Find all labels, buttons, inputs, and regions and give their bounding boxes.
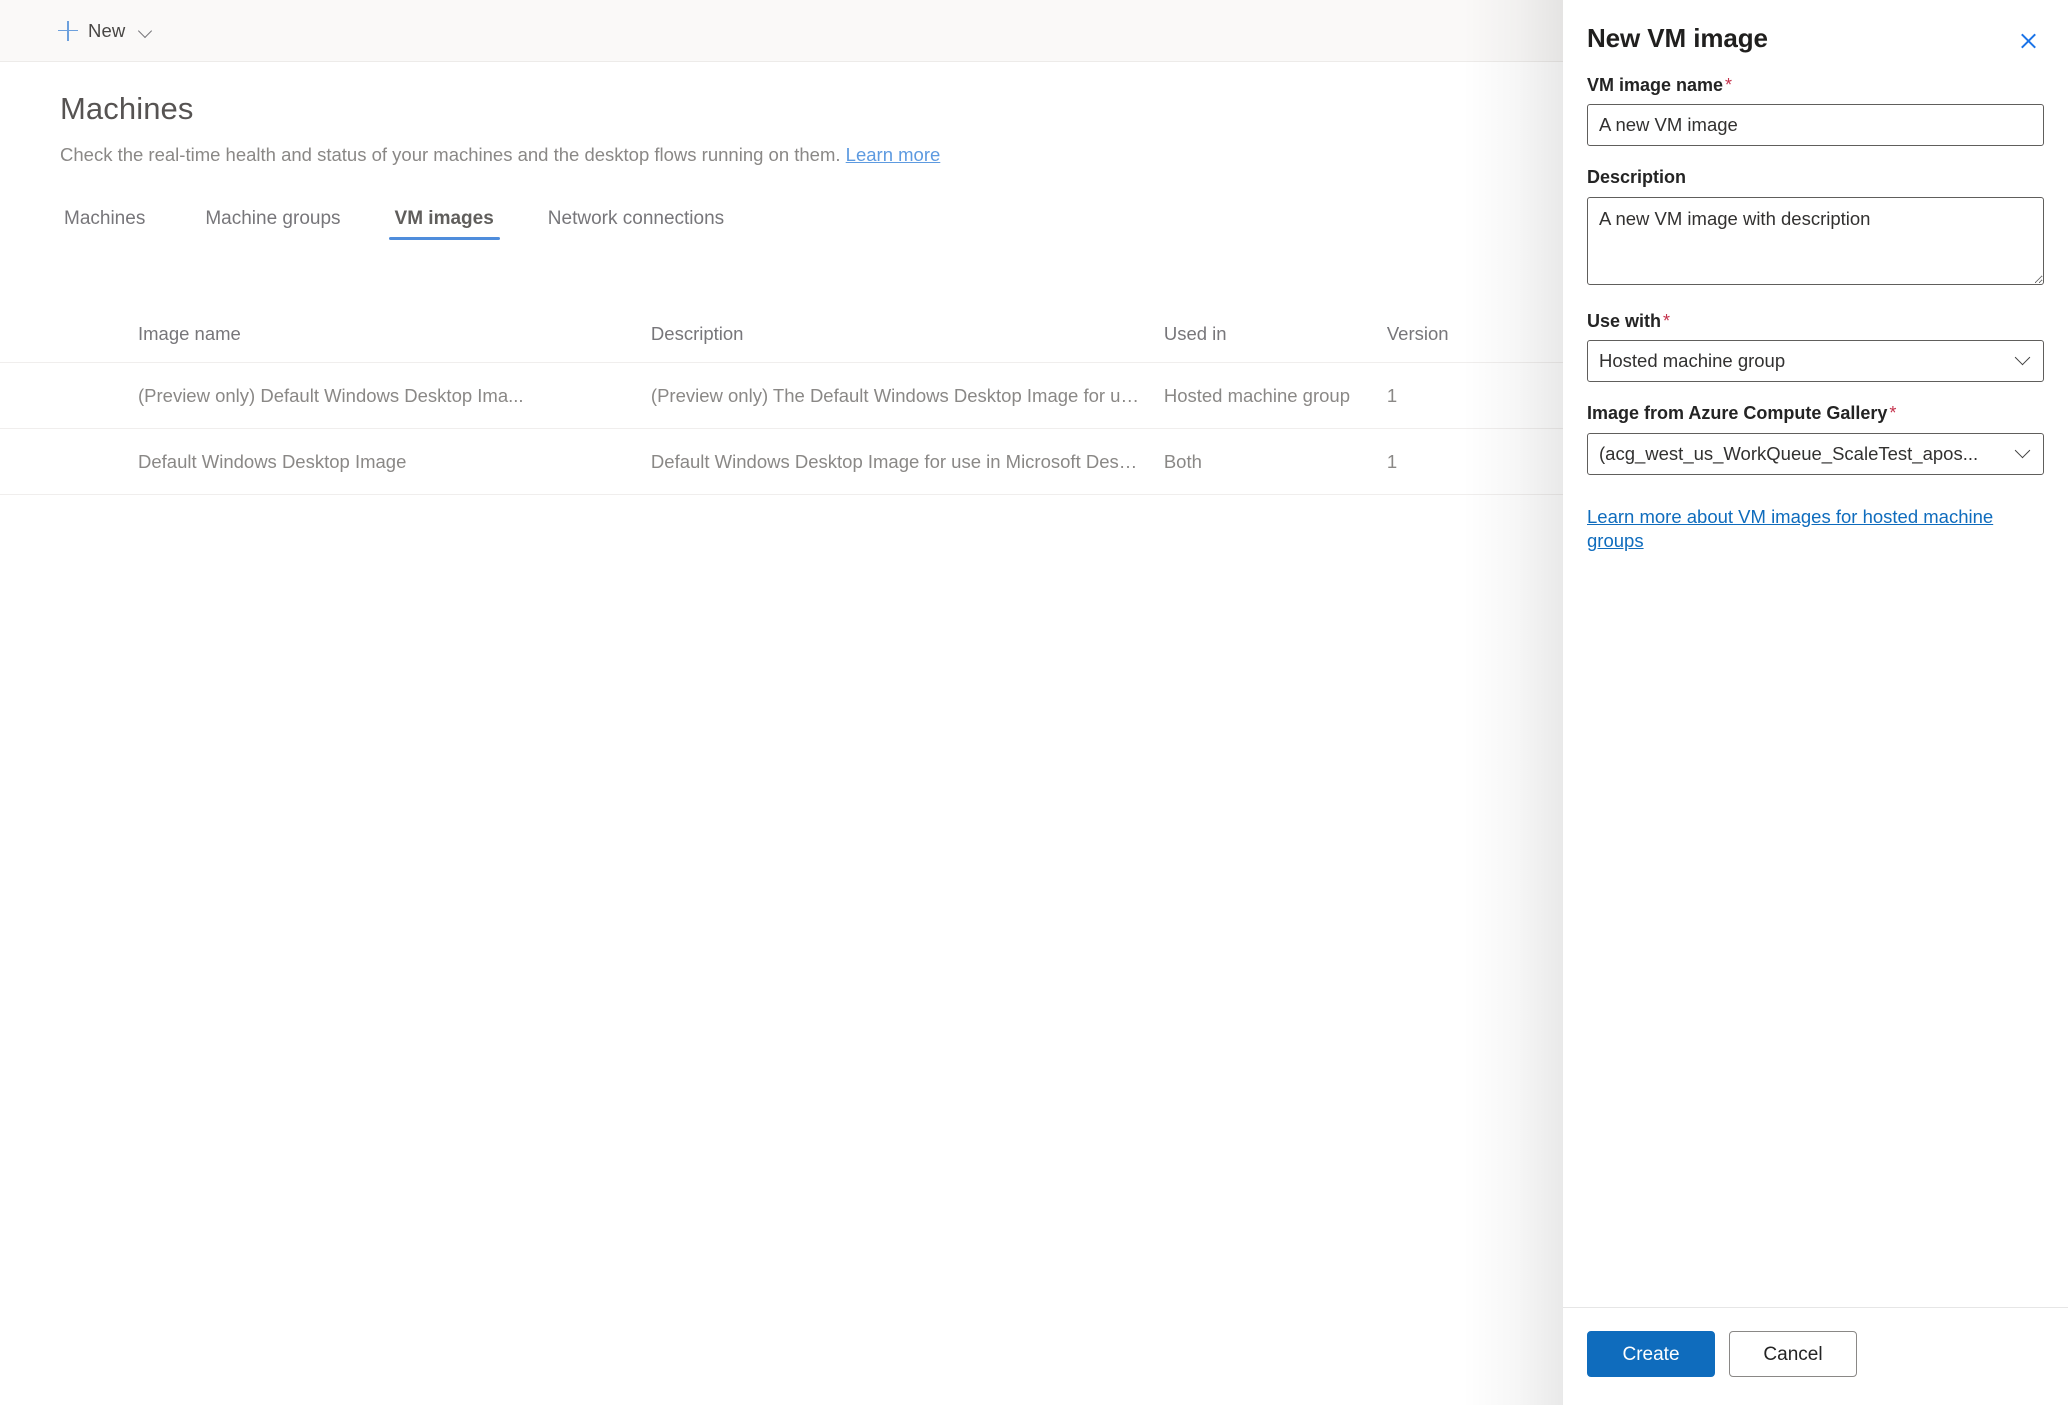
vm-image-name-input[interactable] <box>1587 104 2044 147</box>
cell-used-in: Both <box>1163 450 1202 472</box>
column-header-description[interactable]: Description <box>651 323 1164 345</box>
pivot-tabs: Machines Machine groups VM images Networ… <box>60 188 762 240</box>
cell-description: Default Windows Desktop Image for use in… <box>650 450 1159 472</box>
cell-description: (Preview only) The Default Windows Deskt… <box>650 384 1164 406</box>
field-description: Description A new VM image with descript… <box>1587 166 2044 289</box>
table-row[interactable]: (Preview only) Default Windows Desktop I… <box>0 363 1563 429</box>
new-button-label: New <box>88 19 126 41</box>
column-header-used-in[interactable]: Used in <box>1164 323 1387 345</box>
column-header-version[interactable]: Version <box>1387 323 1563 345</box>
page-title: Machines <box>60 91 194 126</box>
column-header-image-name[interactable]: Image name <box>138 323 651 345</box>
use-with-dropdown[interactable]: Hosted machine group <box>1587 340 2044 383</box>
panel-scrim <box>1463 0 1563 1405</box>
tab-machines[interactable]: Machines <box>60 209 161 240</box>
use-with-value: Hosted machine group <box>1599 350 1786 372</box>
panel-header: New VM image <box>1563 0 2068 60</box>
label-use-with: Use with * <box>1587 310 2044 333</box>
label-text: Description <box>1587 167 1687 188</box>
close-button[interactable] <box>2008 20 2048 60</box>
cell-image-name: Default Windows Desktop Image <box>138 450 407 472</box>
create-button[interactable]: Create <box>1587 1331 1715 1377</box>
label-text: Use with <box>1587 310 1662 331</box>
vm-images-table: Image name Description Used in Version (… <box>0 305 1563 495</box>
cell-version: 1 <box>1386 450 1398 472</box>
tab-network-connections[interactable]: Network connections <box>532 209 740 240</box>
tab-machine-groups[interactable]: Machine groups <box>189 209 356 240</box>
field-vm-image-name: VM image name * <box>1587 74 2044 147</box>
panel-footer: Create Cancel <box>1563 1307 2068 1405</box>
close-icon <box>2019 31 2038 50</box>
description-textarea[interactable]: A new VM image with description <box>1587 196 2044 285</box>
cell-version: 1 <box>1386 384 1398 406</box>
chevron-down-icon <box>139 24 153 38</box>
label-vm-image-name: VM image name * <box>1587 74 2044 97</box>
new-vm-image-panel: New VM image VM image name* Description … <box>1563 0 2068 1405</box>
label-description: Description <box>1587 166 2044 189</box>
label-text: Image from Azure Compute Gallery <box>1587 403 1888 424</box>
panel-body: VM image name* Description A new VM imag… <box>1563 60 2068 1307</box>
page-header: Machines Check the real-time health and … <box>0 62 1563 168</box>
panel-title: New VM image <box>1587 23 1768 53</box>
required-marker: * <box>1889 403 1897 424</box>
new-button[interactable]: New <box>48 7 163 55</box>
field-use-with: Use with * Hosted machine group <box>1587 310 2044 383</box>
label-text: VM image name <box>1587 75 1724 95</box>
gallery-image-dropdown[interactable]: (acg_west_us_WorkQueue_ScaleTest_apos... <box>1587 432 2044 475</box>
plus-icon <box>58 20 78 41</box>
learn-more-link[interactable]: Learn more <box>846 144 941 165</box>
cell-image-name: (Preview only) Default Windows Desktop I… <box>138 384 524 406</box>
gallery-image-value: (acg_west_us_WorkQueue_ScaleTest_apos... <box>1599 442 1979 464</box>
chevron-down-icon <box>2017 352 2030 365</box>
label-gallery-image: Image from Azure Compute Gallery * <box>1587 402 2044 425</box>
table-header-row: Image name Description Used in Version <box>0 305 1563 363</box>
chevron-down-icon <box>2017 445 2030 458</box>
tab-vm-images[interactable]: VM images <box>379 209 510 240</box>
vm-images-help-link[interactable]: Learn more about VM images for hosted ma… <box>1587 505 2044 554</box>
cancel-button[interactable]: Cancel <box>1729 1331 1857 1377</box>
required-marker: * <box>1663 310 1671 331</box>
field-gallery-image: Image from Azure Compute Gallery * (acg_w… <box>1587 402 2044 475</box>
command-bar: New <box>0 0 1563 62</box>
page-subtitle: Check the real-time health and status of… <box>60 143 1515 168</box>
table-row[interactable]: Default Windows Desktop Image Default Wi… <box>0 429 1563 495</box>
required-marker: * <box>1725 75 1733 95</box>
page-subtitle-text: Check the real-time health and status of… <box>60 143 841 165</box>
cell-used-in: Hosted machine group <box>1163 384 1350 406</box>
